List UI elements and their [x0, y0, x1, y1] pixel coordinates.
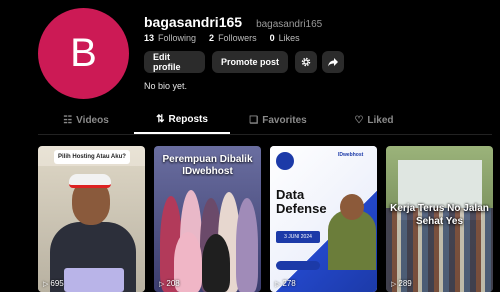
event-date: 3 JUNI 2024	[276, 231, 320, 243]
view-count-value: 278	[282, 279, 296, 288]
followers-stat[interactable]: 2 Followers	[209, 33, 257, 43]
tab-videos[interactable]: ☷ Videos	[38, 106, 134, 134]
tab-label: Reposts	[168, 113, 208, 125]
following-stat[interactable]: 13 Following	[144, 33, 196, 43]
following-count: 13	[144, 33, 155, 43]
profile-stats: 13 Following 2 Followers 0 Likes	[144, 33, 313, 43]
view-count: ▷ 208	[159, 279, 180, 288]
share-arrow-icon	[328, 58, 338, 67]
view-count: ▷ 278	[275, 279, 296, 288]
gear-icon	[301, 57, 311, 67]
repost-icon: ⇅	[156, 113, 165, 125]
video-caption: Kerja Terus No Jalan Sehat Yes	[390, 203, 489, 227]
following-label: Following	[158, 33, 197, 43]
heart-icon: ♡	[354, 114, 364, 126]
speaker-face	[340, 194, 364, 220]
play-icon: ▷	[43, 280, 49, 288]
likes-label: Likes	[278, 33, 300, 43]
grid-icon: ☷	[63, 114, 73, 126]
play-icon: ▷	[391, 280, 397, 288]
profile-tabs: ☷ Videos ⇅ Reposts ❏ Favorites ♡ Liked	[38, 106, 492, 134]
brand-logo: IDwebhost	[338, 152, 364, 158]
video-caption: Data Defense	[276, 187, 327, 216]
likes-count: 0	[269, 33, 275, 43]
tab-reposts[interactable]: ⇅ Reposts	[134, 106, 230, 134]
tab-label: Liked	[367, 114, 394, 126]
share-button[interactable]	[322, 51, 344, 73]
video-card[interactable]: Kerja Terus No Jalan Sehat Yes ▷ 289	[386, 146, 493, 292]
play-icon: ▷	[159, 280, 165, 288]
tab-label: Videos	[76, 114, 109, 126]
video-card[interactable]: Pilih Hosting Atau Aku? ▷ 695	[38, 146, 145, 292]
user-handle: bagasandri165	[256, 19, 323, 30]
thumbnail-person	[202, 234, 230, 292]
video-caption: Perempuan Dibalik IDwebhost	[162, 154, 253, 177]
video-caption: Pilih Hosting Atau Aku?	[54, 150, 130, 164]
followers-label: Followers	[218, 33, 257, 43]
thumbnail-person	[236, 198, 258, 292]
profile-actions: Edit profile Promote post	[144, 51, 349, 73]
tab-divider	[38, 134, 492, 135]
view-count-value: 695	[50, 279, 64, 288]
play-icon: ▷	[275, 280, 281, 288]
avatar: B	[38, 8, 129, 99]
tab-label: Favorites	[262, 114, 307, 126]
tab-liked[interactable]: ♡ Liked	[326, 106, 422, 134]
promote-post-button[interactable]: Promote post	[212, 51, 288, 73]
video-card[interactable]: IDwebhost Data Defense 3 JUNI 2024 ▷ 278	[270, 146, 377, 292]
video-card[interactable]: Perempuan Dibalik IDwebhost ▷ 208	[154, 146, 261, 292]
thumbnail-hat	[69, 174, 111, 188]
username: bagasandri165	[144, 14, 243, 30]
likes-stat: 0 Likes	[270, 33, 300, 43]
video-grid: Pilih Hosting Atau Aku? ▷ 695 Perempuan …	[38, 146, 493, 292]
view-count-value: 289	[398, 279, 412, 288]
thumbnail-tablet	[64, 268, 124, 292]
view-count-value: 208	[166, 279, 180, 288]
profile-bio: No bio yet.	[144, 81, 188, 91]
profile-names: bagasandri165 bagasandri165	[144, 14, 322, 30]
view-count: ▷ 695	[43, 279, 64, 288]
settings-button[interactable]	[295, 51, 317, 73]
tab-favorites[interactable]: ❏ Favorites	[230, 106, 326, 134]
avatar-letter: B	[70, 31, 97, 75]
event-badge	[276, 152, 294, 170]
followers-count: 2	[209, 33, 215, 43]
register-button-graphic	[276, 261, 320, 270]
edit-profile-button[interactable]: Edit profile	[144, 51, 205, 73]
bookmark-icon: ❏	[249, 114, 259, 126]
view-count: ▷ 289	[391, 279, 412, 288]
